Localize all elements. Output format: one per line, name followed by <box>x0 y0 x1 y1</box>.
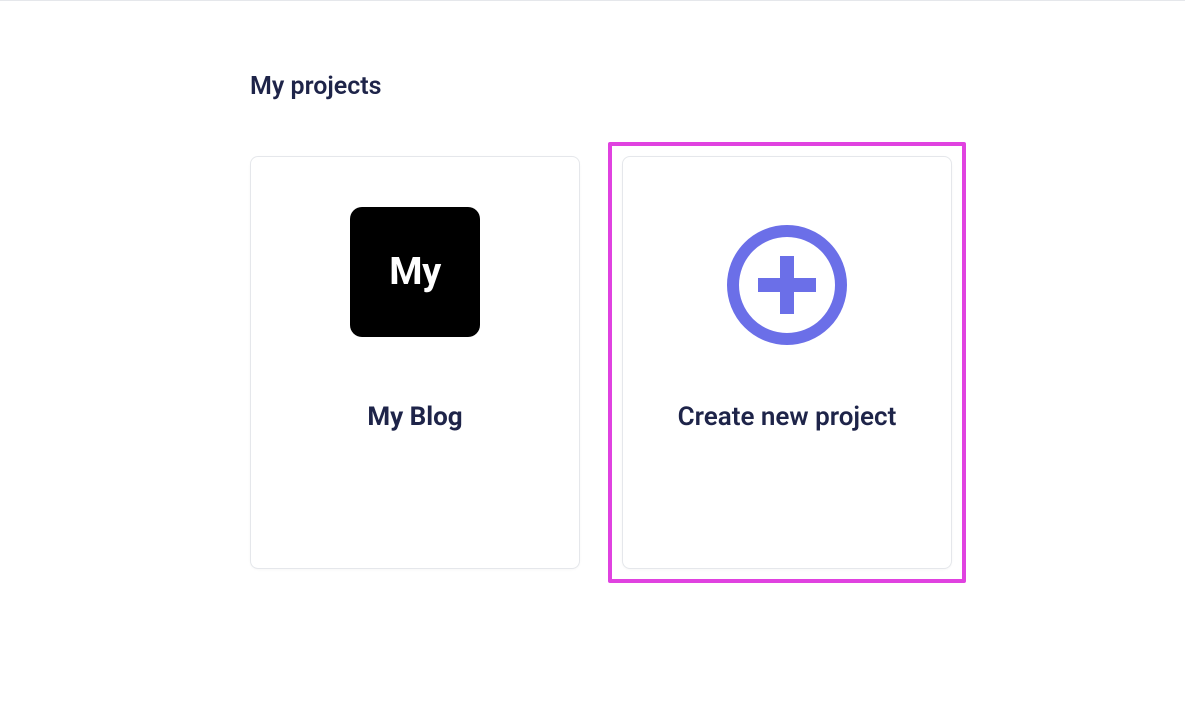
project-thumbnail: My <box>350 207 480 337</box>
top-divider <box>0 0 1185 1</box>
create-project-card[interactable]: Create new project <box>622 156 952 569</box>
plus-circle-icon <box>724 222 850 348</box>
project-thumbnail-text: My <box>389 250 440 294</box>
project-title: My Blog <box>367 402 462 432</box>
project-card-my-blog[interactable]: My My Blog <box>250 156 580 569</box>
create-project-label: Create new project <box>678 400 897 435</box>
page-title: My projects <box>250 72 1185 101</box>
highlight-box: Create new project <box>608 142 966 583</box>
projects-row: My My Blog Create new project <box>250 156 1185 583</box>
